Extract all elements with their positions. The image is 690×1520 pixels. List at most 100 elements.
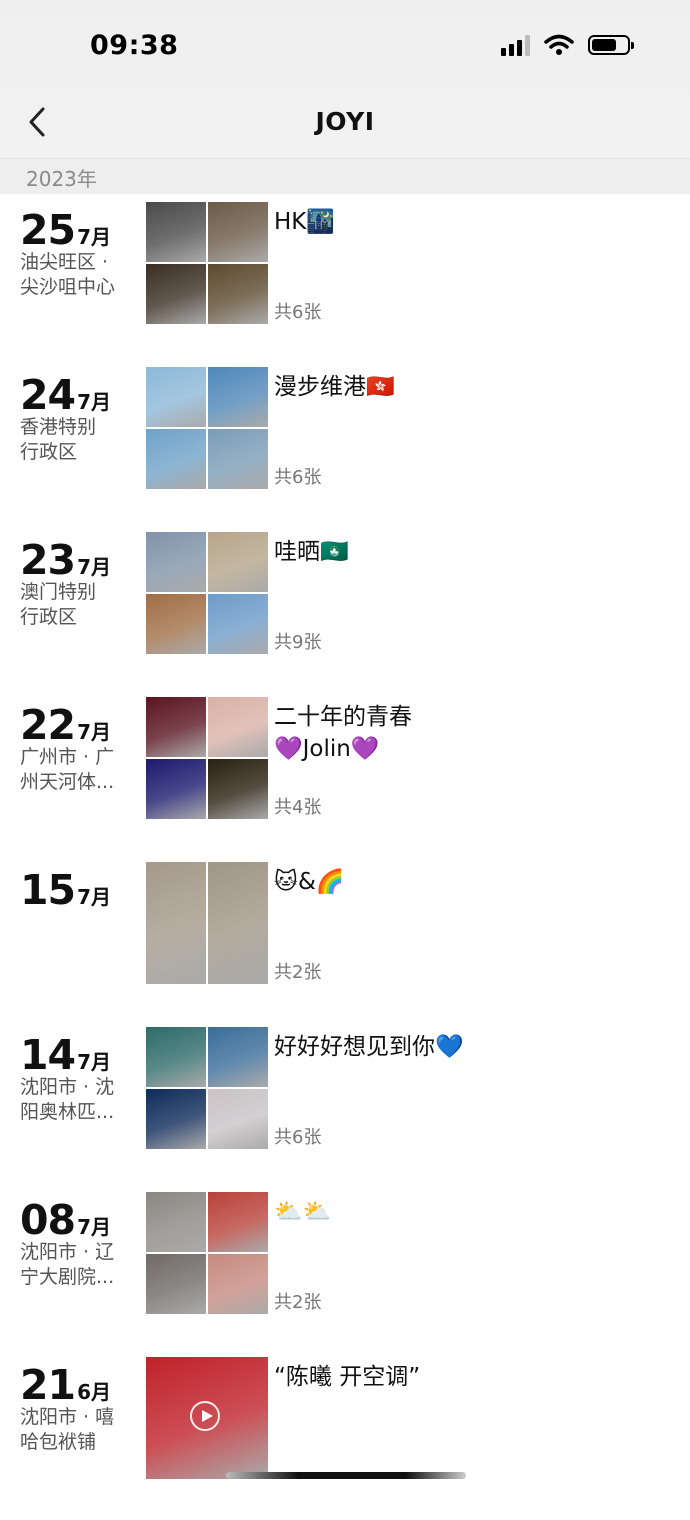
battery-icon [588, 35, 634, 55]
entry-month: 6月 [77, 1380, 111, 1404]
location-line: 香港特别 [20, 416, 97, 438]
photo-tile [208, 1254, 268, 1314]
location-line: 阳奥林匹... [20, 1101, 115, 1123]
photo-tile [208, 1027, 268, 1087]
location-line: 州天河体... [20, 771, 115, 793]
caption-line: 💜Jolin💜 [274, 736, 380, 762]
entry-month: 7月 [77, 1215, 111, 1239]
location-line: 尖沙咀中心 [20, 276, 116, 298]
entry-date: 24 7月 [20, 371, 111, 419]
photo-count: 共2张 [274, 962, 322, 983]
entry-date: 14 7月 [20, 1031, 111, 1079]
photo-count: 共2张 [274, 1292, 322, 1313]
caption-line: ⛅⛅ [274, 1199, 332, 1225]
location-line: 宁大剧院... [20, 1266, 115, 1288]
status-time: 09:38 [90, 30, 179, 61]
location-line: 行政区 [20, 606, 78, 628]
photo-thumbnail[interactable] [146, 202, 268, 324]
entry-day: 15 [20, 866, 76, 914]
location-line: 沈阳市 · 沈 [20, 1076, 115, 1098]
moment-entry[interactable]: 08 7月 沈阳市 · 辽宁大剧院... ⛅⛅ 共2张 [0, 1190, 690, 1355]
photo-count: 共6张 [274, 302, 322, 323]
photo-count: 共9张 [274, 632, 322, 653]
photo-tile [208, 1089, 268, 1149]
caption-line: HK🌃 [274, 209, 336, 235]
play-icon[interactable] [190, 1401, 220, 1431]
entry-caption: “陈曦 开空调” [274, 1361, 674, 1393]
photo-tile [146, 532, 206, 592]
home-indicator [226, 1472, 466, 1479]
photo-count: 共6张 [274, 467, 322, 488]
photo-tile [146, 594, 206, 654]
moment-entry[interactable]: 23 7月 澳门特别 行政区 哇晒🇲🇴 共9张 [0, 530, 690, 695]
photo-thumbnail[interactable] [146, 367, 268, 489]
moment-entry[interactable]: 14 7月 沈阳市 · 沈阳奥林匹... 好好好想见到你💙 共6张 [0, 1025, 690, 1190]
entry-day: 25 [20, 206, 76, 254]
entry-day: 23 [20, 536, 76, 584]
photo-tile [208, 594, 268, 654]
moment-entry[interactable]: 21 6月 沈阳市 · 嘻哈包袱铺 “陈曦 开空调” [0, 1355, 690, 1520]
entry-date: 08 7月 [20, 1196, 111, 1244]
photo-count: 共6张 [274, 1127, 322, 1148]
location-line: 哈包袱铺 [20, 1431, 97, 1453]
entry-location[interactable]: 沈阳市 · 嘻哈包袱铺 [20, 1405, 132, 1455]
entry-caption: 好好好想见到你💙 [274, 1031, 674, 1063]
photo-thumbnail[interactable] [146, 532, 268, 654]
location-line: 沈阳市 · 嘻 [20, 1406, 115, 1428]
entry-day: 22 [20, 701, 76, 749]
photo-tile [146, 367, 206, 427]
photo-tile [208, 862, 268, 984]
cellular-signal-icon [501, 34, 530, 56]
photo-count: 共4张 [274, 797, 322, 818]
photo-tile [208, 532, 268, 592]
entry-location[interactable]: 广州市 · 广州天河体... [20, 745, 132, 795]
entry-month: 7月 [77, 885, 111, 909]
entry-month: 7月 [77, 390, 111, 414]
entry-location[interactable]: 香港特别 行政区 [20, 415, 132, 465]
entry-day: 21 [20, 1361, 76, 1409]
location-line: 澳门特别 [20, 581, 97, 603]
entry-location[interactable]: 油尖旺区 · 尖沙咀中心 [20, 250, 132, 300]
entry-caption: 二十年的青春 💜Jolin💜 [274, 701, 674, 765]
entry-caption: 🐱&🌈 [274, 866, 674, 898]
entry-location[interactable]: 澳门特别 行政区 [20, 580, 132, 630]
photo-tile [208, 264, 268, 324]
entry-date: 15 7月 [20, 866, 111, 914]
moment-entry[interactable]: 22 7月 广州市 · 广州天河体... 二十年的青春 💜Jolin💜 共4张 [0, 695, 690, 860]
location-line: 沈阳市 · 辽 [20, 1241, 115, 1263]
moment-entry[interactable]: 24 7月 香港特别行政区 漫步维港🇭🇰 共6张 [0, 365, 690, 530]
caption-line: “陈曦 开空调” [274, 1364, 421, 1390]
year-section-header: 2023年 [0, 158, 690, 194]
caption-line: 🐱&🌈 [274, 869, 345, 895]
entry-date: 25 7月 [20, 206, 111, 254]
year-label: 2023年 [26, 167, 97, 191]
photo-tile [146, 202, 206, 262]
photo-thumbnail[interactable] [146, 1192, 268, 1314]
photo-tile [146, 759, 206, 819]
entry-day: 14 [20, 1031, 76, 1079]
photo-tile [146, 1192, 206, 1252]
moment-entry[interactable]: 25 7月 油尖旺区 · 尖沙咀中心 HK🌃 共6张 [0, 200, 690, 365]
photo-tile [146, 1089, 206, 1149]
photo-tile [146, 1027, 206, 1087]
entry-month: 7月 [77, 720, 111, 744]
entry-day: 24 [20, 371, 76, 419]
photo-thumbnail[interactable] [146, 1027, 268, 1149]
photo-tile [146, 264, 206, 324]
entry-date: 23 7月 [20, 536, 111, 584]
entry-location[interactable]: 沈阳市 · 辽宁大剧院... [20, 1240, 132, 1290]
location-line: 行政区 [20, 441, 78, 463]
entry-month: 7月 [77, 555, 111, 579]
photo-tile [208, 759, 268, 819]
photo-tile [146, 1254, 206, 1314]
photo-thumbnail[interactable] [146, 1357, 268, 1479]
photo-tile [208, 1192, 268, 1252]
caption-line: 漫步维港🇭🇰 [274, 374, 395, 400]
photo-thumbnail[interactable] [146, 862, 268, 984]
entry-location[interactable]: 沈阳市 · 沈阳奥林匹... [20, 1075, 132, 1125]
photo-tile [146, 429, 206, 489]
photo-thumbnail[interactable] [146, 697, 268, 819]
location-line: 广州市 · 广 [20, 746, 115, 768]
moment-entry[interactable]: 15 7月 🐱&🌈 共2张 [0, 860, 690, 1025]
top-header: 09:38 JOYI [0, 0, 690, 158]
